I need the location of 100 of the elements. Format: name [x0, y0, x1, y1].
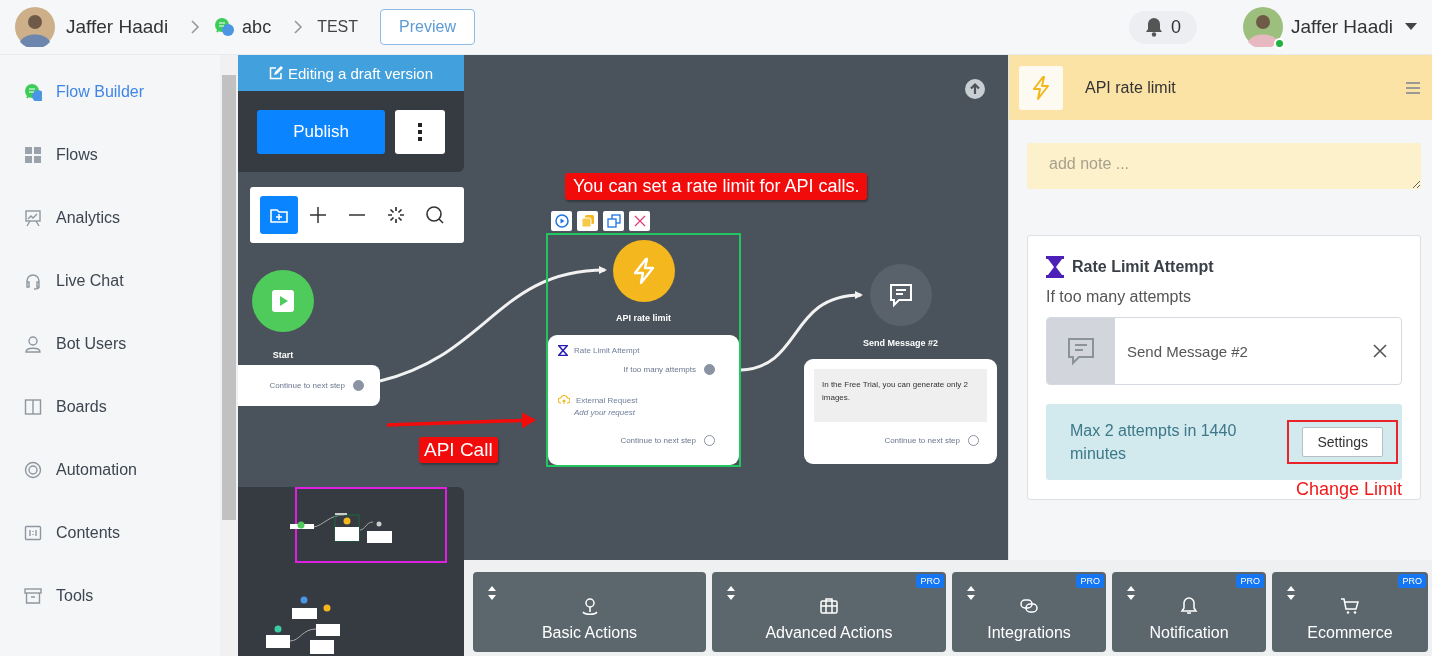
output-label: Continue to next step [269, 381, 345, 390]
linked-step[interactable]: Send Message #2 [1046, 317, 1402, 385]
output-port[interactable] [968, 435, 979, 446]
output-port[interactable] [704, 435, 715, 446]
bell-icon [1144, 17, 1163, 37]
hourglass-icon [558, 345, 568, 356]
remove-button[interactable] [1373, 344, 1387, 358]
banner-text: Editing a draft version [287, 64, 434, 82]
play-icon [271, 289, 295, 313]
cart-icon [1340, 596, 1360, 616]
row-title: External Request [576, 395, 638, 405]
scrollbar[interactable] [220, 55, 238, 656]
notification-button[interactable]: 0 [1128, 10, 1197, 44]
archive-box-icon [24, 586, 42, 605]
limit-text: Max 2 attempts in 1440 minutes [1070, 420, 1238, 464]
columns-icon [24, 397, 42, 416]
more-icon [418, 122, 423, 141]
pin-icon [579, 596, 600, 616]
pro-badge: PRO [1076, 574, 1104, 588]
sidebar-item[interactable]: Contents [0, 501, 220, 564]
pro-badge: PRO [916, 574, 944, 588]
action-group-button[interactable]: Integrations PRO [952, 572, 1106, 652]
caret-icon[interactable] [1405, 23, 1417, 31]
message-preview: In the Free Trial, you can generate only 2 images. [814, 369, 987, 422]
scroll-up-icon[interactable] [965, 79, 985, 99]
linked-step-name: Send Message #2 [1127, 342, 1248, 360]
section-title: Rate Limit Attempt [1072, 258, 1214, 276]
edit-icon [268, 66, 283, 80]
sidebar-item[interactable]: Tools [0, 564, 220, 627]
account-name[interactable]: Jaffer Haadi [1290, 16, 1393, 38]
plus-icon [308, 205, 328, 225]
pro-badge: PRO [1398, 574, 1426, 588]
sidebar-item[interactable]: Live Chat [0, 249, 220, 312]
sidebar-item[interactable]: Bot Users [0, 312, 220, 375]
node-action-button[interactable] [603, 211, 624, 231]
node-action-button[interactable] [551, 211, 572, 231]
bell-icon [1179, 596, 1199, 616]
node-label: Send Message #2 [862, 338, 938, 348]
chart-board-icon [24, 208, 42, 227]
avatar-icon [15, 7, 55, 47]
ring-icon [24, 460, 42, 479]
action-group-label: Advanced Actions [765, 624, 893, 642]
annotation-label: Change Limit [1294, 481, 1402, 498]
settings-button[interactable]: Settings [1302, 427, 1383, 457]
close-icon [1373, 344, 1387, 358]
sidebar-item[interactable]: Analytics [0, 186, 220, 249]
sort-icon [726, 586, 736, 600]
briefcase-icon [819, 596, 839, 616]
action-group-button[interactable]: Notification PRO [1112, 572, 1266, 652]
output-label: Continue to next step [884, 436, 960, 445]
close-icon [632, 214, 647, 228]
avatar-icon [1242, 7, 1283, 47]
chevron-icon [190, 20, 201, 34]
callout-label: You can set a rate limit for API calls. [565, 173, 868, 200]
action-group-label: Basic Actions [541, 624, 638, 642]
output-label: If too many attempts [623, 365, 696, 374]
hourglass-icon [1046, 256, 1064, 278]
chat-bubbles-icon [214, 17, 235, 37]
headset-icon [24, 271, 42, 290]
section-subtitle: If too many attempts [1046, 288, 1192, 306]
action-group-button[interactable]: Ecommerce PRO [1272, 572, 1428, 652]
minus-icon [348, 214, 366, 216]
sidebar-item[interactable]: Flows [0, 123, 220, 186]
node-label: Start [272, 350, 294, 360]
action-group-button[interactable]: Basic Actions [473, 572, 706, 652]
sort-icon [1286, 586, 1296, 600]
sort-icon [966, 586, 976, 600]
output-port[interactable] [353, 380, 364, 391]
sidebar-item[interactable]: Automation [0, 438, 220, 501]
note-field[interactable]: add note ... [1027, 143, 1421, 189]
link-icon [1019, 596, 1039, 616]
action-group-label: Notification [1149, 624, 1229, 642]
message-icon [1066, 336, 1096, 366]
node-action-button[interactable] [629, 211, 650, 231]
callout-label: API Call [419, 437, 498, 463]
output-label: Continue to next step [620, 436, 696, 445]
user-name: Jaffer Haadi [66, 16, 169, 38]
inspector-title: API rate limit [1085, 78, 1176, 97]
sidebar-item[interactable]: Boards [0, 375, 220, 438]
node-action-button[interactable] [577, 211, 598, 231]
more-button[interactable] [395, 109, 445, 154]
publish-button[interactable]: Publish [257, 109, 386, 154]
user-icon [24, 334, 42, 353]
action-group-button[interactable]: Advanced Actions PRO [712, 572, 946, 652]
chevron-icon [293, 20, 304, 34]
breadcrumb-link[interactable]: TEST [317, 18, 359, 36]
copy-icon [580, 214, 595, 228]
chat-bubbles-icon [24, 82, 42, 101]
node-label: API rate limit [616, 313, 671, 323]
grid-icon [24, 145, 42, 164]
row-title: Rate Limit Attempt [574, 346, 640, 355]
message-icon [887, 282, 914, 308]
breadcrumb-link[interactable]: abc [242, 16, 272, 38]
sort-icon [487, 586, 497, 600]
scrollbar-thumb[interactable] [222, 75, 236, 520]
row-subtitle: Add your request [574, 408, 636, 417]
action-group-label: Integrations [987, 624, 1071, 642]
pro-badge: PRO [1236, 574, 1264, 588]
output-port[interactable] [704, 364, 715, 375]
cloud-upload-icon [558, 395, 570, 405]
